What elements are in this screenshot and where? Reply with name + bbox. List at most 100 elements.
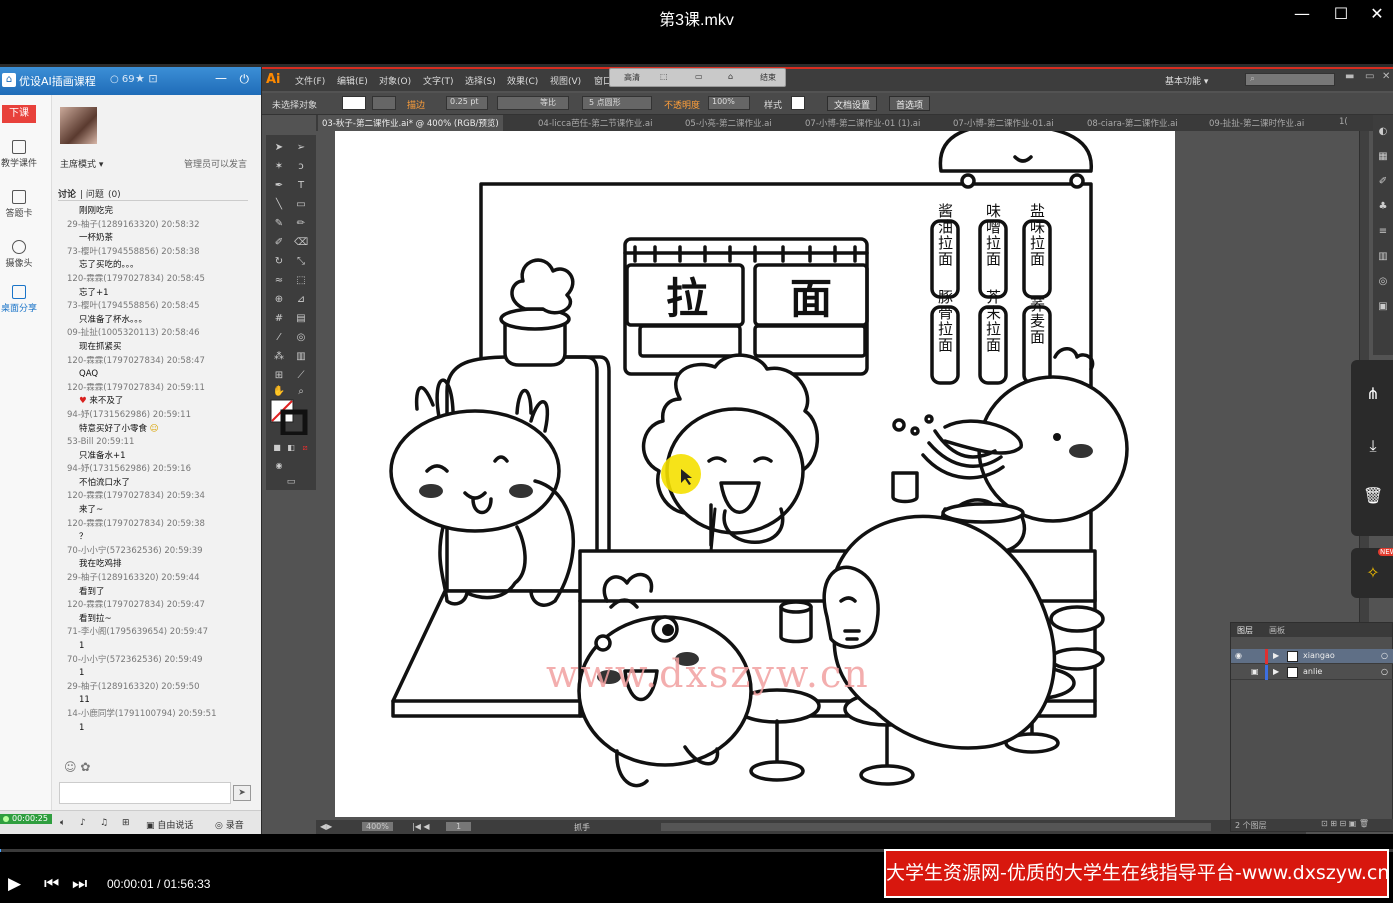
gradient-tool-icon[interactable]: ▤ xyxy=(294,312,308,326)
lasso-tool-icon[interactable]: ↄ xyxy=(294,160,308,174)
pencil-tool-icon[interactable]: ✏ xyxy=(294,217,308,231)
stroke-swatch[interactable] xyxy=(372,96,396,110)
video-frame[interactable]: ⌂ 优设AI插画课程 ○ 69 ★ ⊡ — ⏻ 下课 教学课件 答题卡 摄像头 … xyxy=(0,64,1393,834)
nav-courseware[interactable]: 教学课件 xyxy=(0,140,38,169)
zoom-tool-icon[interactable]: ⌕ xyxy=(294,385,308,399)
layer-name[interactable]: xiangao xyxy=(1303,651,1335,660)
classroom-power-icon[interactable]: ⏻ xyxy=(240,72,250,87)
doc-tab[interactable]: 08-ciara-第二课作业.ai xyxy=(1087,117,1178,129)
region-icon[interactable]: ⬚ xyxy=(660,72,668,81)
none-mode-icon[interactable]: ⧄ xyxy=(298,441,312,455)
appearance-panel-icon[interactable]: ◎ xyxy=(1376,275,1390,289)
record-button[interactable]: ◎ 录音 xyxy=(215,818,244,831)
star-icon[interactable]: ★ ⊡ xyxy=(135,72,158,85)
artboard-nav-icon[interactable]: |◀ ◀ xyxy=(412,822,430,831)
menu-object[interactable]: 对象(O) xyxy=(379,74,411,87)
magic-wand-tool-icon[interactable]: ✶ xyxy=(272,160,286,174)
fill-swatch[interactable] xyxy=(342,96,366,110)
swatches-panel-icon[interactable]: ▦ xyxy=(1376,150,1390,164)
music-icon[interactable]: ♫ xyxy=(100,818,108,828)
site-banner[interactable]: 大学生资源网-优质的大学生在线指导平台-www.dxszyw.cn xyxy=(884,849,1389,898)
visibility-eye-icon[interactable]: ◉ xyxy=(1235,651,1242,660)
nav-answer-card[interactable]: 答题卡 xyxy=(0,190,38,219)
whiteboard-icon[interactable]: ⊞ xyxy=(122,818,130,828)
layer-row[interactable]: ▣ ▶ anlie ○ xyxy=(1231,665,1393,680)
mesh-tool-icon[interactable]: # xyxy=(272,312,286,326)
mic-icon[interactable]: ♪ xyxy=(80,818,86,828)
menu-file[interactable]: 文件(F) xyxy=(295,74,325,87)
rectangle-tool-icon[interactable]: ▭ xyxy=(294,198,308,212)
blend-tool-icon[interactable]: ◎ xyxy=(294,331,308,345)
download-icon[interactable]: ⤓ xyxy=(1363,436,1383,456)
brushes-panel-icon[interactable]: ✐ xyxy=(1376,175,1390,189)
scale-tool-icon[interactable]: ⤡ xyxy=(294,255,308,269)
end-button[interactable]: 结束 xyxy=(760,72,776,83)
color-mode-icon[interactable]: ■ xyxy=(270,441,284,455)
ai-close-icon[interactable]: ✕ xyxy=(1382,71,1390,82)
menu-view[interactable]: 视图(V) xyxy=(550,74,581,87)
menu-select[interactable]: 选择(S) xyxy=(465,74,496,87)
stroke-label[interactable]: 描边 xyxy=(407,98,425,111)
direct-selection-tool-icon[interactable]: ➢ xyxy=(294,141,308,155)
horizontal-scrollbar[interactable] xyxy=(661,823,1211,831)
doc-tab[interactable]: 04-licca芭任-第二节课作业.ai xyxy=(538,117,653,129)
ai-minimize-icon[interactable]: ▬ xyxy=(1345,71,1354,82)
brush-definition[interactable]: 5 点圆形 xyxy=(582,96,652,110)
menu-effect[interactable]: 效果(C) xyxy=(507,74,538,87)
line-tool-icon[interactable]: ╲ xyxy=(272,198,286,212)
window-icon[interactable]: ▭ xyxy=(695,72,703,81)
chair-mode-selector[interactable]: 主席模式 ▾ xyxy=(60,157,103,170)
doc-tab[interactable]: 09-扯扯-第二课时作业.ai xyxy=(1209,117,1304,129)
zoom-field[interactable]: 400% xyxy=(362,822,393,831)
ai-restore-icon[interactable]: ▭ xyxy=(1365,71,1374,82)
tab-questions[interactable]: 问题 xyxy=(86,190,104,200)
doc-tab-active[interactable]: 03-秋子-第二课作业.ai* @ 400% (RGB/预览) xyxy=(318,115,503,131)
minimize-button[interactable]: — xyxy=(1289,4,1315,24)
rotate-tool-icon[interactable]: ↻ xyxy=(272,255,286,269)
pin-icon[interactable]: ✧ xyxy=(1363,563,1383,583)
blob-brush-tool-icon[interactable]: ✐ xyxy=(272,236,286,250)
selection-tool-icon[interactable]: ➤ xyxy=(272,141,286,155)
screen-mode-icon[interactable]: ▭ xyxy=(284,475,298,489)
stroke-weight-field[interactable]: 0.25 pt xyxy=(446,96,488,110)
variable-width-profile[interactable]: 等比 xyxy=(497,96,569,110)
home-icon[interactable]: ⌂ xyxy=(728,72,733,81)
slice-tool-icon[interactable]: ⟋ xyxy=(294,369,308,383)
gradient-mode-icon[interactable]: ◧ xyxy=(284,441,298,455)
expand-arrow-icon[interactable]: ▶ xyxy=(1273,651,1279,660)
preferences-button[interactable]: 首选项 xyxy=(889,96,931,111)
doc-tab[interactable]: 07-小博-第二课作业-01 (1).ai xyxy=(805,117,920,129)
stroke-panel-icon[interactable]: ≡ xyxy=(1376,225,1390,239)
expand-arrow-icon[interactable]: ▶ xyxy=(1273,667,1279,676)
doc-tab[interactable]: 1( xyxy=(1339,117,1348,127)
graphic-styles-panel-icon[interactable]: ▣ xyxy=(1376,300,1390,314)
document-setup-button[interactable]: 文档设置 xyxy=(827,96,878,111)
perspective-tool-icon[interactable]: ⊿ xyxy=(294,293,308,307)
gradient-panel-icon[interactable]: ▥ xyxy=(1376,250,1390,264)
lock-icon[interactable]: ▣ xyxy=(1251,667,1259,676)
eraser-tool-icon[interactable]: ⌫ xyxy=(294,236,308,250)
width-tool-icon[interactable]: ≈ xyxy=(272,274,286,288)
next-icon[interactable]: ⏭ xyxy=(72,874,87,894)
type-tool-icon[interactable]: T xyxy=(294,179,308,193)
search-input[interactable]: ⌕ xyxy=(1245,73,1335,86)
workspace-switcher[interactable]: 基本功能 ▾ xyxy=(1165,74,1208,87)
speaker-icon[interactable]: 🔈︎ xyxy=(60,818,65,828)
tab-layers[interactable]: 图层 xyxy=(1237,625,1253,636)
paintbrush-tool-icon[interactable]: ✎ xyxy=(272,217,286,231)
close-button[interactable]: ✕ xyxy=(1364,4,1390,24)
emoji-icon[interactable]: ☺ ✿ xyxy=(64,760,90,774)
shape-builder-tool-icon[interactable]: ⊕ xyxy=(272,293,286,307)
exit-class-button[interactable]: 下课 xyxy=(2,105,36,123)
hand-tool-icon[interactable]: ✋ xyxy=(272,385,286,399)
nav-screen-share[interactable]: 桌面分享 xyxy=(0,285,38,314)
draw-mode-icon[interactable]: ◉ xyxy=(272,459,286,473)
eyedropper-tool-icon[interactable]: ⁄ xyxy=(272,331,286,345)
previous-icon[interactable]: ⏮ xyxy=(44,874,59,894)
symbol-sprayer-tool-icon[interactable]: ⁂ xyxy=(272,350,286,364)
layer-actions-icon[interactable]: ⊡ ⊞ ⊟ ▣ 🗑︎ xyxy=(1321,819,1369,828)
hd-button[interactable]: 高清 xyxy=(624,72,640,83)
maximize-button[interactable]: ☐ xyxy=(1328,4,1354,24)
share-icon[interactable]: ⋔ xyxy=(1363,384,1383,404)
layer-row[interactable]: ◉ ▶ xiangao ○ xyxy=(1231,649,1393,664)
